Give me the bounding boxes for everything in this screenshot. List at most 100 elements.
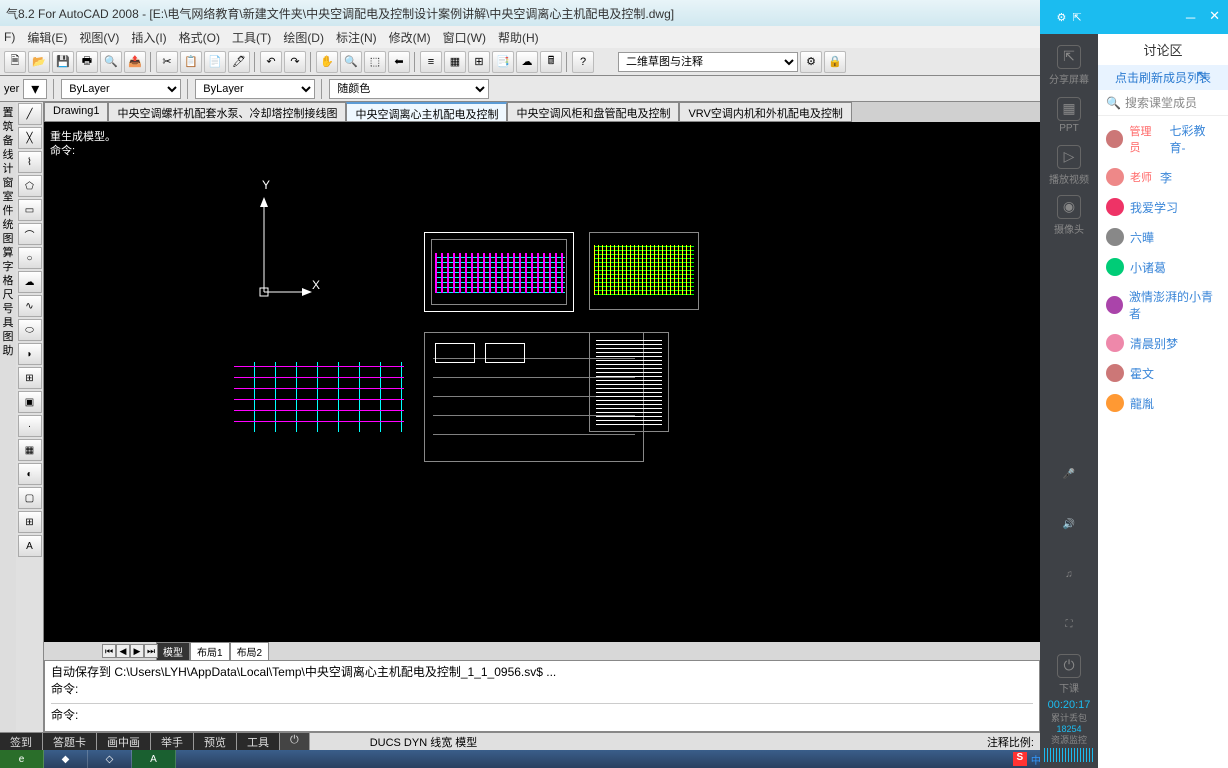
redo-icon[interactable]: ↷	[284, 51, 306, 73]
file-tab[interactable]: Drawing1	[44, 102, 108, 122]
linetype-dropdown[interactable]: ByLayer	[61, 79, 181, 99]
cn-palette-bar[interactable]: 置筑备线计窗室件统图算 字格尺号具图助	[0, 102, 16, 732]
status-modes[interactable]: DUCS DYN 线宽 模型	[370, 734, 478, 750]
zoom-rt-icon[interactable]: 🔍	[340, 51, 362, 73]
list-item[interactable]: 我爱学习	[1098, 192, 1228, 222]
table-icon[interactable]: ⊞	[18, 511, 42, 533]
point-icon[interactable]: ·	[18, 415, 42, 437]
ws-lock-icon[interactable]: 🔒	[824, 51, 846, 73]
ws-settings-icon[interactable]: ⚙	[800, 51, 822, 73]
cut-icon[interactable]: ✂	[156, 51, 178, 73]
revcloud-icon[interactable]: ☁	[18, 271, 42, 293]
hatch-icon[interactable]: ▦	[18, 439, 42, 461]
menu-format[interactable]: 格式(O)	[175, 27, 224, 48]
camera-button[interactable]: ◉摄像头	[1040, 190, 1098, 240]
file-tab[interactable]: 中央空调风柜和盘管配电及控制	[507, 102, 679, 122]
ssm-icon[interactable]: 📑	[492, 51, 514, 73]
publish-icon[interactable]: 📤	[124, 51, 146, 73]
list-item[interactable]: 霍文	[1098, 358, 1228, 388]
save-icon[interactable]: 💾	[52, 51, 74, 73]
tray-sogou-icon[interactable]: S	[1013, 752, 1027, 766]
polygon-icon[interactable]: ⬠	[18, 175, 42, 197]
menu-help[interactable]: 帮助(H)	[494, 27, 543, 48]
menu-modify[interactable]: 修改(M)	[385, 27, 435, 48]
tp-icon[interactable]: ⊞	[468, 51, 490, 73]
plotstyle-dropdown[interactable]: 随颜色	[329, 79, 489, 99]
menu-dim[interactable]: 标注(N)	[332, 27, 381, 48]
xline-icon[interactable]: ╳	[18, 127, 42, 149]
layout-nav[interactable]: ⏮◀▶⏭	[102, 644, 158, 658]
list-item[interactable]: 激情澎湃的小青者	[1098, 282, 1228, 328]
dismiss-button[interactable]: ⏻下课	[1040, 649, 1098, 699]
play-video-button[interactable]: ▷播放视频	[1040, 140, 1098, 190]
insert-icon[interactable]: ⊞	[18, 367, 42, 389]
block-icon[interactable]: ▣	[18, 391, 42, 413]
region-icon[interactable]: ▢	[18, 487, 42, 509]
list-item[interactable]: 管理员七彩教育-	[1098, 116, 1228, 162]
status-annoscale[interactable]: 注释比例:	[987, 734, 1040, 750]
refresh-members-button[interactable]: 点击刷新成员列表 ↖	[1098, 65, 1228, 90]
menu-edit[interactable]: 编辑(E)	[23, 27, 71, 48]
pan-icon[interactable]: ✋	[316, 51, 338, 73]
ellipsearc-icon[interactable]: ◗	[18, 343, 42, 365]
dc-icon[interactable]: ▦	[444, 51, 466, 73]
workspace-dropdown[interactable]: 二维草图与注释	[618, 52, 798, 72]
undo-icon[interactable]: ↶	[260, 51, 282, 73]
music-button[interactable]: ♫	[1040, 549, 1098, 599]
close-icon[interactable]: ✕	[1209, 8, 1220, 27]
match-icon[interactable]: 🖊	[228, 51, 250, 73]
layout-tab[interactable]: 布局2	[230, 642, 270, 661]
task-ie-icon[interactable]: e	[0, 750, 44, 768]
layer-color-icon[interactable]: ▾	[23, 79, 47, 99]
sb-signin[interactable]: 签到	[0, 733, 43, 751]
list-item[interactable]: 清晨别梦	[1098, 328, 1228, 358]
sb-power-icon[interactable]: ⏻	[280, 733, 310, 751]
speaker-button[interactable]: 🔊	[1040, 499, 1098, 549]
command-line[interactable]: 自动保存到 C:\Users\LYH\AppData\Local\Temp\中央…	[44, 660, 1040, 732]
line-icon[interactable]: ╱	[18, 103, 42, 125]
list-item[interactable]: 龍胤	[1098, 388, 1228, 418]
list-item[interactable]: 老师李	[1098, 162, 1228, 192]
minimize-icon[interactable]: －	[1184, 8, 1197, 27]
mtext-icon[interactable]: A	[18, 535, 42, 557]
circle-icon[interactable]: ○	[18, 247, 42, 269]
copy-icon[interactable]: 📋	[180, 51, 202, 73]
zoom-win-icon[interactable]: ⬚	[364, 51, 386, 73]
zoom-prev-icon[interactable]: ⬅	[388, 51, 410, 73]
gear-icon[interactable]: ⚙	[1056, 11, 1066, 24]
member-search[interactable]: 🔍 搜索课堂成员	[1098, 90, 1228, 116]
menu-tools[interactable]: 工具(T)	[228, 27, 275, 48]
layout-tab[interactable]: 布局1	[190, 642, 230, 661]
help-icon[interactable]: ?	[572, 51, 594, 73]
sb-answer[interactable]: 答题卡	[43, 733, 97, 751]
file-tab-active[interactable]: 中央空调离心主机配电及控制	[346, 102, 507, 122]
menu-view[interactable]: 视图(V)	[75, 27, 123, 48]
share-icon[interactable]: ⇱	[1072, 11, 1081, 24]
menu-draw[interactable]: 绘图(D)	[279, 27, 328, 48]
sb-raise[interactable]: 举手	[151, 733, 194, 751]
preview-icon[interactable]: 🔍	[100, 51, 122, 73]
rect-icon[interactable]: ▭	[18, 199, 42, 221]
menu-insert[interactable]: 插入(I)	[127, 27, 170, 48]
gradient-icon[interactable]: ◐	[18, 463, 42, 485]
share-screen-button[interactable]: ⇱分享屏幕	[1040, 40, 1098, 90]
properties-icon[interactable]: ≡	[420, 51, 442, 73]
menu-file[interactable]: F)	[0, 28, 19, 46]
ellipse-icon[interactable]: ⬭	[18, 319, 42, 341]
print-icon[interactable]: 🖶	[76, 51, 98, 73]
list-item[interactable]: 小诸葛	[1098, 252, 1228, 282]
layout-tab-model[interactable]: 模型	[156, 642, 190, 661]
list-item[interactable]: 六曄	[1098, 222, 1228, 252]
sb-pip[interactable]: 画中画	[97, 733, 151, 751]
file-tab[interactable]: VRV空调内机和外机配电及控制	[679, 102, 851, 122]
spline-icon[interactable]: ∿	[18, 295, 42, 317]
calc-icon[interactable]: 🖩	[540, 51, 562, 73]
mic-button[interactable]: 🎤	[1040, 449, 1098, 499]
menu-window[interactable]: 窗口(W)	[439, 27, 490, 48]
paste-icon[interactable]: 📄	[204, 51, 226, 73]
markup-icon[interactable]: ☁	[516, 51, 538, 73]
cmd-input-line[interactable]: 命令:	[51, 703, 1033, 723]
arc-icon[interactable]: ⌒	[18, 223, 42, 245]
pline-icon[interactable]: ⌇	[18, 151, 42, 173]
task-acad-icon[interactable]: A	[132, 750, 176, 768]
